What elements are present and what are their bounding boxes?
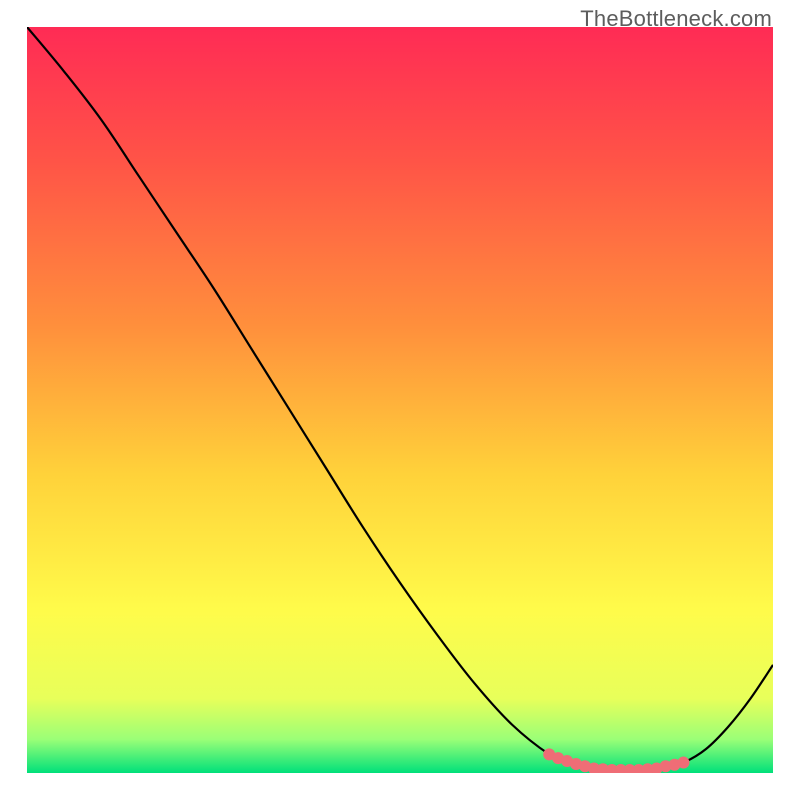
plot-area: [27, 27, 773, 773]
marker-dot: [677, 757, 689, 769]
chart-svg: [27, 27, 773, 773]
gradient-background: [27, 27, 773, 773]
chart-container: TheBottleneck.com: [0, 0, 800, 800]
watermark-label: TheBottleneck.com: [580, 6, 772, 32]
